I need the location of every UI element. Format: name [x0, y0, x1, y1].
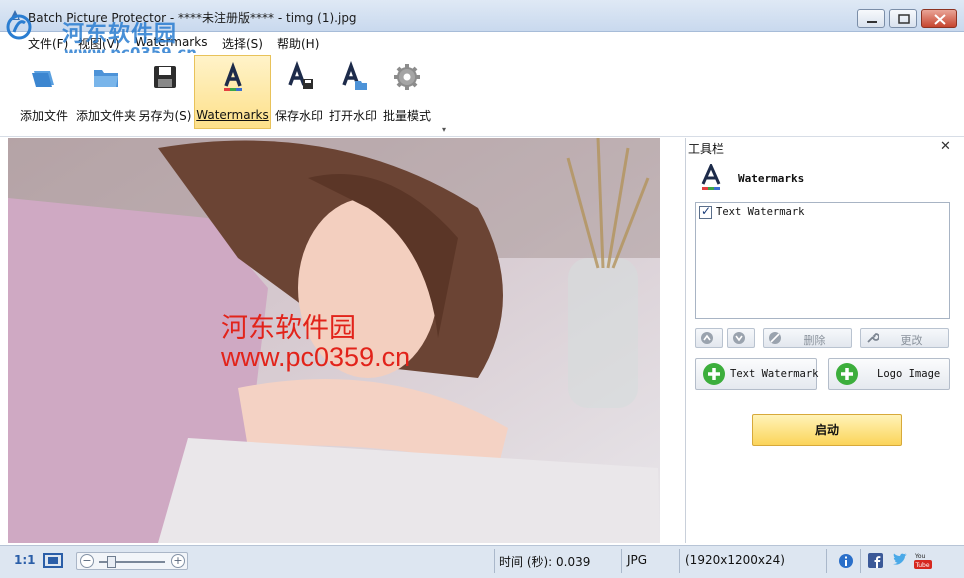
open-watermark-label: 打开水印 [328, 109, 377, 123]
twitter-icon[interactable] [892, 553, 908, 567]
save-watermark-label: 保存水印 [274, 109, 323, 123]
status-separator [679, 549, 680, 573]
watermarks-button[interactable]: Watermarks [194, 55, 271, 129]
site-logo-icon [6, 14, 32, 40]
save-as-button[interactable]: 另存为(S) [138, 55, 192, 129]
move-down-button[interactable] [727, 328, 755, 348]
arrow-up-icon [701, 332, 713, 344]
zoom-out-icon[interactable]: − [80, 554, 94, 568]
watermark-checkbox[interactable] [699, 204, 712, 219]
status-separator [494, 549, 495, 573]
delete-button[interactable]: 删除 [763, 328, 852, 348]
youtube-icon[interactable]: You Tube [914, 551, 932, 571]
ribbon-toolbar: 添加文件 添加文件夹 另存为(S) Watermarks 保存水印 打开水印 批… [0, 53, 964, 137]
minimize-button[interactable] [857, 9, 885, 28]
watermark-a-icon [223, 62, 242, 91]
zoom-slider[interactable]: − + [76, 552, 188, 570]
tool-panel: 工具栏 ✕ Watermarks Text Watermark 删除 更改 Te… [685, 138, 956, 543]
processing-time: 时间 (秒): 0.039 [499, 555, 591, 569]
watermarks-label: Watermarks [196, 108, 269, 122]
status-separator [826, 549, 827, 573]
watermark-item-label: Text Watermark [716, 206, 805, 218]
panel-close-icon[interactable]: ✕ [940, 139, 951, 154]
close-icon [934, 14, 946, 25]
delete-label: 删除 [803, 334, 826, 347]
add-folder-label: 添加文件夹 [75, 109, 136, 123]
add-folder-icon [94, 70, 118, 87]
image-dimensions: (1920x1200x24) [685, 553, 785, 567]
watermark-text-line1: 河东软件园 [221, 313, 356, 344]
status-separator [860, 549, 861, 573]
zoom-thumb[interactable] [107, 556, 116, 568]
move-up-button[interactable] [695, 328, 723, 348]
svg-text:You: You [914, 553, 926, 560]
open-watermark-button[interactable]: 打开水印 [326, 55, 380, 129]
zoom-ratio-button[interactable]: 1:1 [14, 553, 36, 567]
add-logo-label: Logo Image [877, 368, 941, 380]
menu-select[interactable]: 选择(S) [222, 35, 263, 52]
save-watermark-icon [288, 61, 313, 89]
ribbon-expand-icon[interactable]: ▾ [442, 125, 446, 134]
edit-button[interactable]: 更改 [860, 328, 949, 348]
add-folder-button[interactable]: 添加文件夹 [74, 55, 138, 129]
batch-mode-button[interactable]: 批量模式 [380, 55, 434, 129]
save-icon [154, 66, 176, 88]
status-bar: 1:1 − + 时间 (秒): 0.039 JPG (1920x1200x24)… [0, 545, 964, 578]
add-file-icon [32, 71, 54, 87]
svg-text:Tube: Tube [915, 562, 930, 569]
plus-icon [703, 363, 725, 385]
arrow-down-icon [733, 332, 745, 344]
fit-screen-icon[interactable] [42, 552, 64, 570]
watermark-list[interactable]: Text Watermark [695, 202, 950, 319]
add-text-watermark-button[interactable]: Text Watermark [695, 358, 819, 390]
plus-icon [836, 363, 858, 385]
menu-help[interactable]: 帮助(H) [277, 35, 319, 52]
add-file-button[interactable]: 添加文件 [16, 55, 72, 129]
image-preview[interactable]: 河东软件园 www.pc0359.cn [8, 138, 660, 543]
open-watermark-icon [342, 61, 367, 90]
zoom-in-icon[interactable]: + [171, 554, 185, 568]
start-button[interactable]: 启动 [752, 414, 902, 446]
gear-icon [394, 64, 420, 90]
watermark-a-icon [701, 164, 721, 190]
status-separator [621, 549, 622, 573]
info-icon[interactable] [838, 553, 854, 569]
maximize-button[interactable] [889, 9, 917, 28]
panel-heading: Watermarks [738, 172, 805, 185]
maximize-icon [898, 14, 910, 24]
add-logo-image-button[interactable]: Logo Image [828, 358, 950, 390]
facebook-icon[interactable] [868, 553, 883, 568]
panel-title: 工具栏 [688, 142, 725, 156]
save-as-label: 另存为(S) [138, 109, 192, 123]
close-button[interactable] [921, 9, 957, 28]
add-text-label: Text Watermark [730, 368, 819, 380]
image-format: JPG [627, 553, 648, 567]
minimize-icon [867, 21, 877, 23]
edit-label: 更改 [900, 334, 923, 347]
batch-mode-label: 批量模式 [382, 109, 431, 123]
watermark-text-line2: www.pc0359.cn [221, 342, 411, 372]
add-file-label: 添加文件 [19, 109, 68, 123]
save-watermark-button[interactable]: 保存水印 [272, 55, 326, 129]
